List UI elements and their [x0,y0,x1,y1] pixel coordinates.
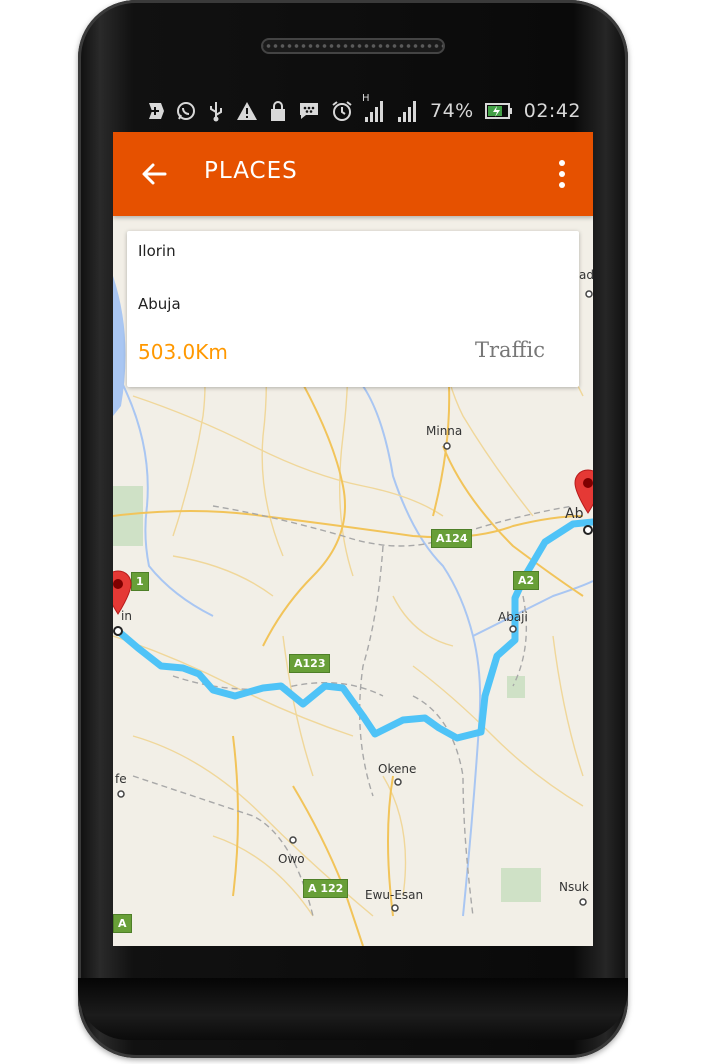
road-shield-a123: A123 [289,654,331,673]
alarm-icon [331,99,353,123]
origin-label[interactable]: Ilorin [138,242,176,260]
whatsapp-icon [176,99,196,123]
clock: 02:42 [523,100,581,122]
arrow-left-icon [142,163,167,185]
map-label-minna: Minna [426,424,463,438]
road-shield-a2: A2 [513,571,540,590]
overflow-menu-button[interactable] [551,156,573,192]
back-button[interactable] [137,158,171,190]
map-label-top-right: ad [579,268,593,282]
phone-chin [78,978,628,1040]
warning-icon [236,99,258,123]
road-shield-partial: 1 [131,572,149,591]
destination-marker-icon[interactable] [573,469,593,515]
traffic-button[interactable]: Traffic [475,338,545,362]
map-label-nsuk: Nsuk [559,880,589,894]
signal-icon [397,99,419,123]
road-shield-a124: A124 [431,529,473,548]
more-vert-icon-dot [559,171,565,177]
add-box-icon [145,99,165,123]
usb-icon [207,99,225,123]
battery-percent: 74% [430,100,474,122]
app-screen: Minna Abaji Okene Owo Ewu-Esan Nsuk in f… [113,132,593,946]
map-label-owo: Owo [278,852,305,866]
battery-icon [484,99,513,123]
map-label-okene: Okene [378,762,417,776]
earpiece-speaker [261,38,445,54]
road-shield-partial-bottom: A [113,914,132,933]
more-vert-icon-dot-2 [559,182,565,188]
road-shield-a122: A 122 [303,879,349,898]
map-label-ife: fe [115,772,127,786]
map-label-ewu-esan: Ewu-Esan [365,888,424,902]
page-title: PLACES [204,158,298,184]
signal-icon: H [362,93,386,123]
destination-label[interactable]: Abuja [138,295,181,313]
lock-icon [269,99,287,123]
map-label-abaji: Abaji [498,610,528,624]
bbm-icon [298,99,320,123]
app-toolbar: PLACES [113,132,593,216]
network-type-label: H [362,93,370,104]
more-vert-icon [559,160,565,166]
origin-marker-icon[interactable] [113,570,133,616]
status-bar: H 74% 02:42 [113,90,593,132]
distance-value: 503.0Km [138,340,228,364]
